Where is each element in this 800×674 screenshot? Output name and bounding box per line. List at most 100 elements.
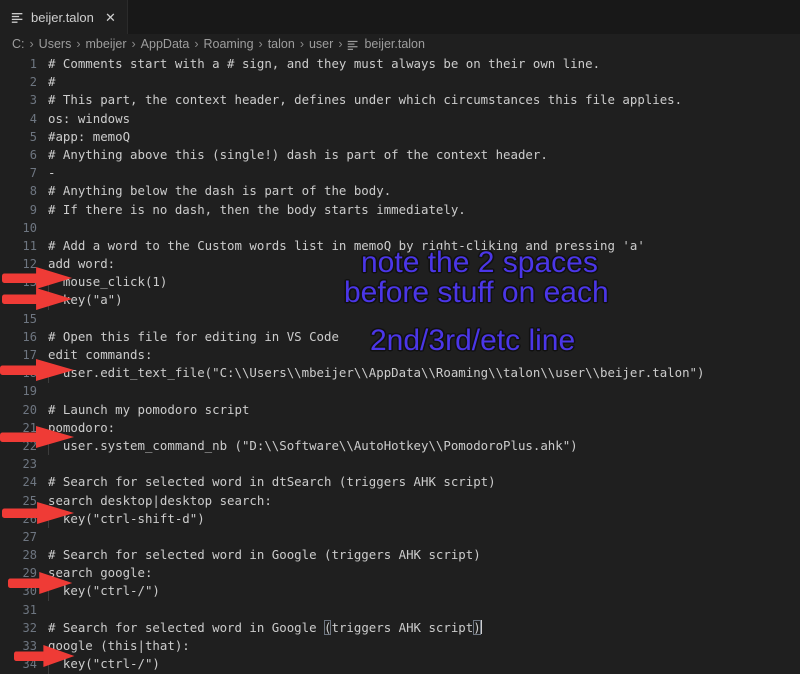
code-line-text-29: search google: bbox=[48, 565, 153, 581]
line-number-34: 34 bbox=[22, 657, 37, 672]
code-line-19[interactable]: 19 bbox=[0, 382, 800, 400]
code-line-32[interactable]: 32 # Search for selected word in Google (… bbox=[0, 619, 800, 637]
code-line-3[interactable]: 3 # This part, the context header, define… bbox=[0, 91, 800, 109]
line-number-15: 15 bbox=[22, 311, 37, 326]
code-line-text-20: # Launch my pomodoro script bbox=[48, 401, 250, 417]
line-number-23: 23 bbox=[22, 457, 37, 472]
code-line-text-21: pomodoro: bbox=[48, 419, 116, 435]
code-line-24[interactable]: 24 # Search for selected word in dtSearch… bbox=[0, 473, 800, 491]
code-line-10[interactable]: 10 bbox=[0, 219, 800, 237]
code-line-text-18: user.edit_text_file("C:\\Users\\mbeijer\… bbox=[47, 363, 800, 383]
code-line-2[interactable]: 2 # bbox=[0, 73, 800, 91]
talon-file-icon bbox=[348, 40, 358, 50]
line-number-7: 7 bbox=[29, 166, 37, 181]
breadcrumb-item-6[interactable]: user bbox=[309, 38, 333, 51]
code-line-text-6: # Anything above this (single!) dash is … bbox=[48, 146, 548, 162]
chevron-right-icon: › bbox=[299, 37, 304, 52]
line-number-10: 10 bbox=[22, 220, 37, 235]
code-line-text-1: # Comments start with a # sign, and they… bbox=[48, 56, 601, 71]
code-line-11[interactable]: 11 # Add a word to the Custom words list … bbox=[0, 237, 800, 255]
code-line-28[interactable]: 28 # Search for selected word in Google (… bbox=[0, 546, 800, 564]
line-number-26: 26 bbox=[22, 511, 37, 526]
code-line-18[interactable]: 18 user.edit_text_file("C:\\Users\\mbeij… bbox=[0, 363, 800, 383]
line-number-27: 27 bbox=[22, 529, 37, 544]
line-number-3: 3 bbox=[29, 93, 37, 108]
code-line-29[interactable]: 29 search google: bbox=[0, 564, 800, 582]
code-line-text-4: os: windows bbox=[48, 110, 131, 126]
line-number-2: 2 bbox=[29, 75, 37, 90]
close-icon[interactable]: ✕ bbox=[103, 11, 118, 24]
code-line-text-24: # Search for selected word in dtSearch (… bbox=[48, 474, 496, 490]
tab-beijer-talon[interactable]: beijer.talon ✕ bbox=[0, 0, 128, 34]
code-line-15[interactable]: 15 bbox=[0, 310, 800, 328]
code-line-16[interactable]: 16 # Open this file for editing in VS Cod… bbox=[0, 328, 800, 346]
code-line-8[interactable]: 8 # Anything below the dash is part of th… bbox=[0, 182, 800, 200]
code-line-text-9: # If there is no dash, then the body sta… bbox=[48, 201, 466, 217]
line-number-18: 18 bbox=[22, 366, 37, 381]
code-line-5[interactable]: 5 #app: memoQ bbox=[0, 128, 800, 146]
code-line-25[interactable]: 25 search desktop|desktop search: bbox=[0, 492, 800, 510]
talon-file-icon bbox=[11, 12, 23, 23]
code-line-text-30: key("ctrl-/") bbox=[47, 581, 800, 602]
code-line-text-17: edit commands: bbox=[48, 347, 153, 362]
line-number-19: 19 bbox=[22, 384, 37, 399]
tab-bar-empty-area bbox=[127, 0, 800, 34]
line-number-21: 21 bbox=[22, 420, 37, 435]
code-line-13[interactable]: 13 mouse_click(1) bbox=[0, 272, 800, 292]
breadcrumb-item-1[interactable]: Users bbox=[39, 38, 72, 51]
line-number-30: 30 bbox=[22, 584, 37, 599]
breadcrumb-item-2[interactable]: mbeijer bbox=[86, 38, 127, 51]
code-line-7[interactable]: 7- bbox=[0, 164, 800, 182]
line-number-25: 25 bbox=[22, 493, 37, 508]
line-number-32: 32 bbox=[22, 620, 37, 635]
line-number-5: 5 bbox=[29, 129, 37, 144]
chevron-right-icon: › bbox=[194, 37, 199, 52]
editor-tab-bar: beijer.talon ✕ bbox=[0, 0, 800, 34]
code-line-text-26: key("ctrl-shift-d") bbox=[47, 509, 800, 529]
text-cursor bbox=[480, 619, 482, 634]
code-line-4[interactable]: 4 os: windows bbox=[0, 110, 800, 128]
line-number-1: 1 bbox=[29, 57, 37, 71]
breadcrumb-item-4[interactable]: Roaming bbox=[204, 38, 254, 51]
code-line-23[interactable]: 23 bbox=[0, 455, 800, 473]
comment-text-inner: triggers AHK script bbox=[331, 619, 474, 635]
code-line-31[interactable]: 31 bbox=[0, 601, 800, 619]
code-line-text-33: google (this|that): bbox=[48, 638, 190, 653]
code-line-text-3: # This part, the context header, defines… bbox=[48, 92, 683, 108]
code-line-text-32: # Search for selected word in Google (tr… bbox=[48, 619, 800, 637]
code-line-text-14: key("a") bbox=[47, 290, 800, 311]
code-line-9[interactable]: 9 # If there is no dash, then the body st… bbox=[0, 201, 800, 219]
code-line-34[interactable]: 34 key("ctrl-/") bbox=[0, 654, 800, 674]
line-number-13: 13 bbox=[22, 275, 37, 290]
line-number-12: 12 bbox=[22, 257, 37, 272]
code-line-33[interactable]: 33 google (this|that): bbox=[0, 637, 800, 655]
code-line-22[interactable]: 22 user.system_command_nb ("D:\\Software… bbox=[0, 436, 800, 456]
code-line-21[interactable]: 21 pomodoro: bbox=[0, 419, 800, 437]
code-line-26[interactable]: 26 key("ctrl-shift-d") bbox=[0, 509, 800, 529]
code-line-text-11: # Add a word to the Custom words list in… bbox=[48, 237, 645, 253]
code-line-14[interactable]: 14 key("a") bbox=[0, 290, 800, 311]
code-line-17[interactable]: 17 edit commands: bbox=[0, 346, 800, 364]
code-line-1[interactable]: 1 # Comments start with a # sign, and the… bbox=[0, 55, 800, 73]
breadcrumb-item-3[interactable]: AppData bbox=[141, 38, 190, 51]
vscode-window: beijer.talon ✕ C: › Users › mbeijer › AppData ›… bbox=[0, 0, 800, 674]
line-number-6: 6 bbox=[29, 147, 37, 162]
breadcrumb: C: › Users › mbeijer › AppData › Roaming › talon › u… bbox=[0, 34, 800, 55]
line-number-4: 4 bbox=[29, 111, 37, 126]
code-line-text-7: - bbox=[48, 165, 56, 181]
breadcrumb-file[interactable]: beijer.talon bbox=[347, 38, 425, 51]
code-line-6[interactable]: 6 # Anything above this (single!) dash is… bbox=[0, 146, 800, 164]
line-number-11: 11 bbox=[22, 238, 37, 253]
code-line-27[interactable]: 27 bbox=[0, 528, 800, 546]
code-editor[interactable]: 1 # Comments start with a # sign, and the… bbox=[0, 55, 800, 674]
code-line-12[interactable]: 12 add word: bbox=[0, 255, 800, 273]
breadcrumb-item-0[interactable]: C: bbox=[12, 38, 25, 51]
code-line-20[interactable]: 20 # Launch my pomodoro script bbox=[0, 401, 800, 419]
code-line-30[interactable]: 30 key("ctrl-/") bbox=[0, 581, 800, 602]
code-line-text-25: search desktop|desktop search: bbox=[48, 492, 272, 508]
comment-text: # Search for selected word in Google bbox=[48, 619, 325, 635]
chevron-right-icon: › bbox=[76, 37, 81, 52]
tab-label: beijer.talon bbox=[31, 9, 94, 25]
breadcrumb-item-5[interactable]: talon bbox=[268, 38, 295, 51]
line-number-33: 33 bbox=[22, 639, 37, 653]
